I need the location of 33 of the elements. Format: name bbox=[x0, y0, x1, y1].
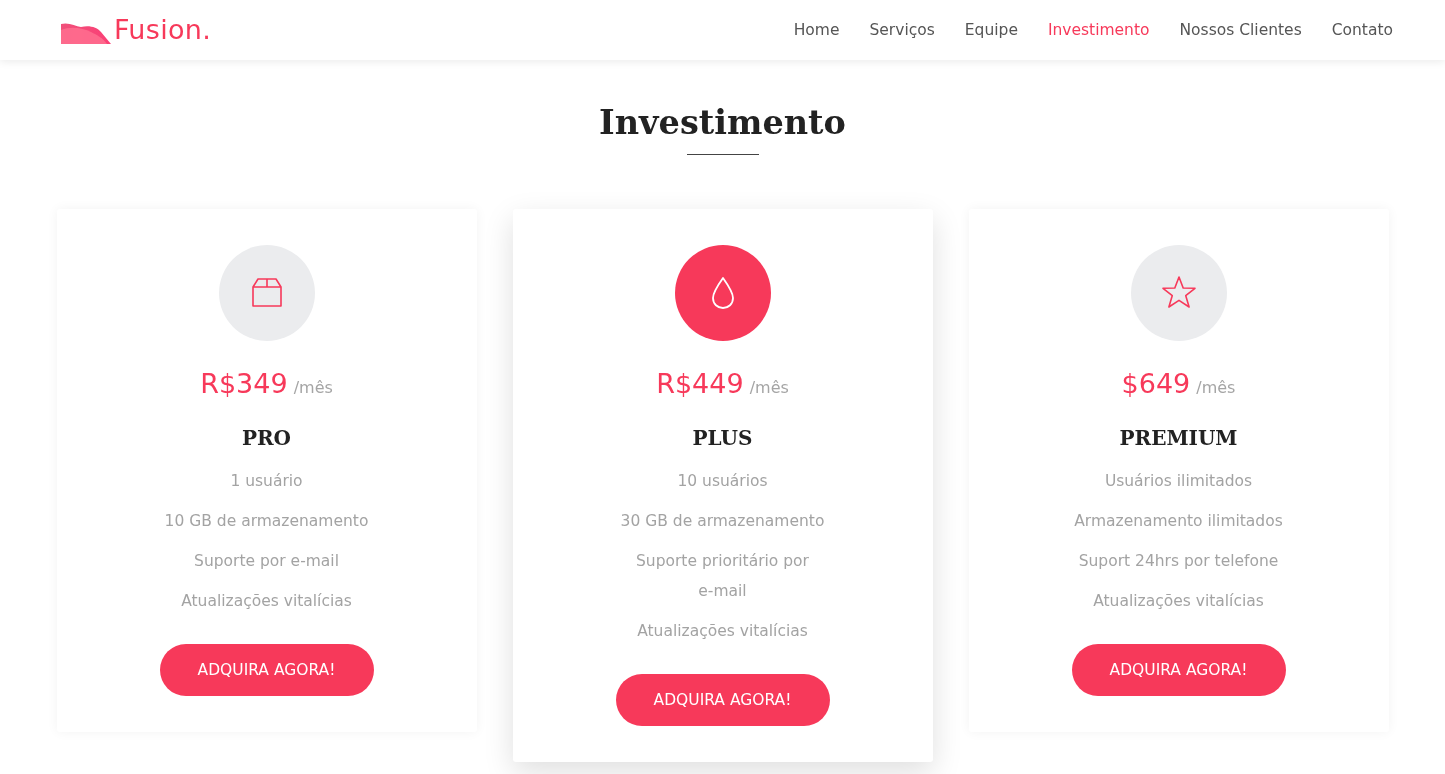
nav-link[interactable]: Investimento bbox=[1047, 21, 1150, 39]
logo-text[interactable]: Fusion. bbox=[114, 15, 212, 45]
buy-now-button[interactable]: ADQUIRA AGORA! bbox=[1071, 644, 1286, 696]
plan-price: $649 bbox=[1121, 367, 1191, 401]
nav-link[interactable]: Equipe bbox=[964, 21, 1018, 39]
plan-feature: Suport 24hrs por telefone bbox=[1078, 551, 1279, 572]
plan-feature: Armazenamento ilimitados bbox=[1074, 511, 1283, 532]
plan-feature: Suporte prioritário por e-mail bbox=[635, 551, 810, 602]
buy-now-button[interactable]: ADQUIRA AGORA! bbox=[615, 674, 830, 726]
logo-wave-icon bbox=[61, 22, 111, 44]
plan-feature: 30 GB de armazenamento bbox=[620, 511, 825, 532]
plan-feature: 10 usuários bbox=[677, 471, 768, 492]
nav-link[interactable]: Contato bbox=[1331, 21, 1393, 39]
plan-price: R$449 bbox=[656, 367, 744, 401]
plan-name: PREMIUM bbox=[1119, 425, 1238, 452]
plan-feature: Atualizações vitalícias bbox=[637, 621, 808, 642]
nav-link[interactable]: Home bbox=[793, 21, 840, 39]
plan-feature: 1 usuário bbox=[230, 471, 303, 492]
plan-name: PLUS bbox=[692, 425, 753, 452]
plan-price: R$349 bbox=[200, 367, 288, 401]
billing-period: /mês bbox=[1196, 378, 1236, 397]
plan-name: PRO bbox=[241, 425, 292, 452]
plan-feature: Atualizações vitalícias bbox=[181, 591, 352, 612]
plan-feature: 10 GB de armazenamento bbox=[164, 511, 369, 532]
billing-period: /mês bbox=[293, 378, 333, 397]
billing-period: /mês bbox=[749, 378, 789, 397]
nav-link[interactable]: Nossos Clientes bbox=[1179, 21, 1302, 39]
plan-feature: Suporte por e-mail bbox=[194, 551, 339, 572]
plan-feature: Usuários ilimitados bbox=[1104, 471, 1253, 492]
section-title: Investimento bbox=[599, 102, 846, 144]
nav-link[interactable]: Serviços bbox=[869, 21, 935, 39]
buy-now-button[interactable]: ADQUIRA AGORA! bbox=[159, 644, 374, 696]
plan-feature: Atualizações vitalícias bbox=[1093, 591, 1264, 612]
